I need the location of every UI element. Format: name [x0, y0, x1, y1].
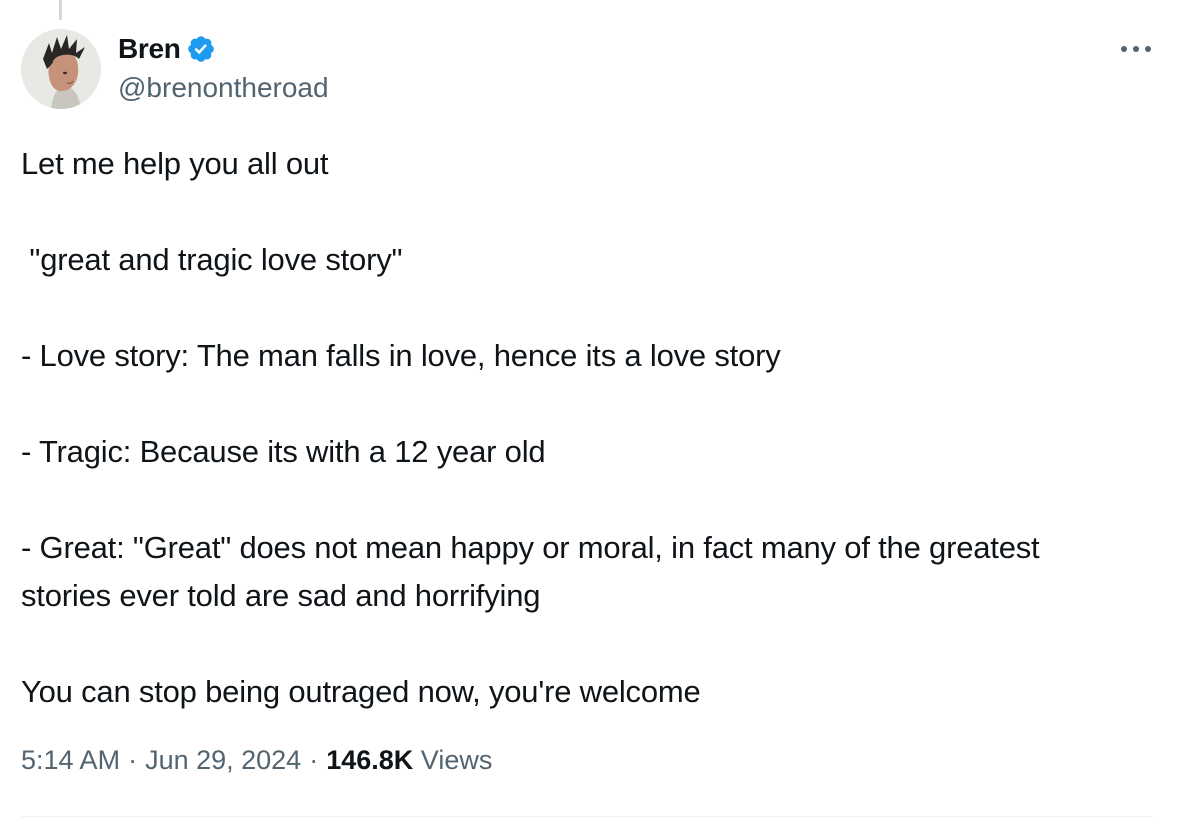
author-name-row: Bren — [118, 32, 216, 66]
tweet-line: Let me help you all out — [21, 146, 329, 181]
profile-photo — [21, 29, 101, 109]
tweet-time: 5:14 AM — [21, 745, 121, 775]
tweet-line: - Great: "Great" does not mean happy or … — [21, 530, 1048, 613]
tweet-line: "great and tragic love story" — [21, 242, 403, 277]
divider — [21, 816, 1154, 817]
thread-connector-line — [59, 0, 62, 20]
tweet-line: You can stop being outraged now, you're … — [21, 674, 701, 709]
views-count: 146.8K — [326, 745, 414, 775]
meta-separator: · — [309, 745, 319, 775]
meta-separator: · — [128, 745, 138, 775]
tweet-meta: 5:14 AM · Jun 29, 2024 · 146.8K Views — [21, 745, 492, 776]
avatar[interactable] — [21, 29, 101, 109]
tweet-line: - Tragic: Because its with a 12 year old — [21, 434, 546, 469]
more-horizontal-icon — [1121, 46, 1151, 52]
tweet-text: Let me help you all out "great and tragi… — [21, 140, 1161, 716]
tweet-views[interactable]: 146.8K Views — [326, 745, 492, 775]
more-options-button[interactable] — [1116, 36, 1156, 62]
tweet-line: - Love story: The man falls in love, hen… — [21, 338, 781, 373]
verified-badge-icon — [186, 34, 216, 64]
author-display-name[interactable]: Bren — [118, 33, 181, 65]
views-label: Views — [420, 745, 493, 775]
author-handle[interactable]: @brenontheroad — [118, 72, 329, 104]
tweet-timestamp[interactable]: 5:14 AM · Jun 29, 2024 — [21, 745, 301, 775]
tweet-date: Jun 29, 2024 — [145, 745, 302, 775]
